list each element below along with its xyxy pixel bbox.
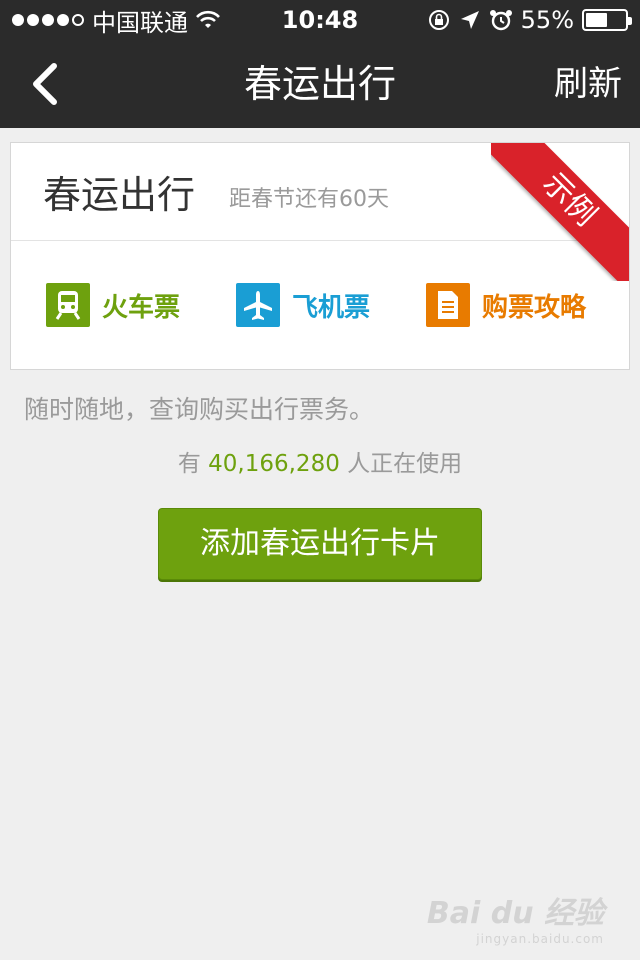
card-title: 春运出行 [43,173,196,217]
battery-percent: 55% [520,6,574,34]
status-bar: 中国联通 10:48 55% [0,0,640,40]
train-ticket-label: 火车票 [102,292,181,323]
user-count-suffix: 人正在使用 [347,451,463,477]
train-ticket-button[interactable]: 火车票 [46,283,180,327]
example-ribbon: 示例 [491,143,629,281]
status-right: 55% [427,6,632,34]
status-time: 10:48 [281,6,359,34]
chevron-left-icon [33,63,57,105]
airplane-icon [236,283,281,327]
ticket-guide-label: 购票攻略 [482,292,587,323]
carrier-name: 中国联通 [92,8,188,37]
back-button[interactable] [20,60,68,108]
ribbon-label: 示例 [491,143,629,281]
user-count-number: 40,166,280 [208,451,340,477]
status-left: 中国联通 [12,3,220,38]
add-card-button[interactable]: 添加春运出行卡片 [158,508,482,580]
page-title: 春运出行 [243,62,396,106]
user-count-prefix: 有 [177,451,201,477]
signal-strength-icon [12,14,84,26]
alarm-clock-icon [489,10,512,31]
watermark-main: Bai du 经验 [426,896,604,931]
flight-ticket-label: 飞机票 [292,292,371,323]
baidu-jingyan-watermark: Bai du 经验 jingyan.baidu.com [427,888,604,946]
ticket-guide-button[interactable]: 购票攻略 [426,283,586,327]
countdown-text: 距春节还有60天 [229,186,390,212]
user-count-text: 有 40,166,280 人正在使用 [0,444,640,478]
train-icon [46,283,90,327]
rotation-lock-icon [428,10,449,30]
battery-icon [582,9,632,31]
watermark-sub: jingyan.baidu.com [476,932,604,946]
flight-ticket-button[interactable]: 飞机票 [236,283,370,327]
refresh-button[interactable]: 刷新 [554,40,622,128]
description-text: 随时随地，查询购买出行票务。 [24,395,375,424]
battery-fill [586,13,607,27]
spring-travel-card: 春运出行 距春节还有60天 示例 火车票 飞机票 购票攻略 [10,142,630,370]
wifi-icon [196,10,220,28]
navigation-bar: 春运出行 刷新 [0,40,640,128]
document-icon [426,283,471,327]
location-arrow-icon [460,11,479,29]
